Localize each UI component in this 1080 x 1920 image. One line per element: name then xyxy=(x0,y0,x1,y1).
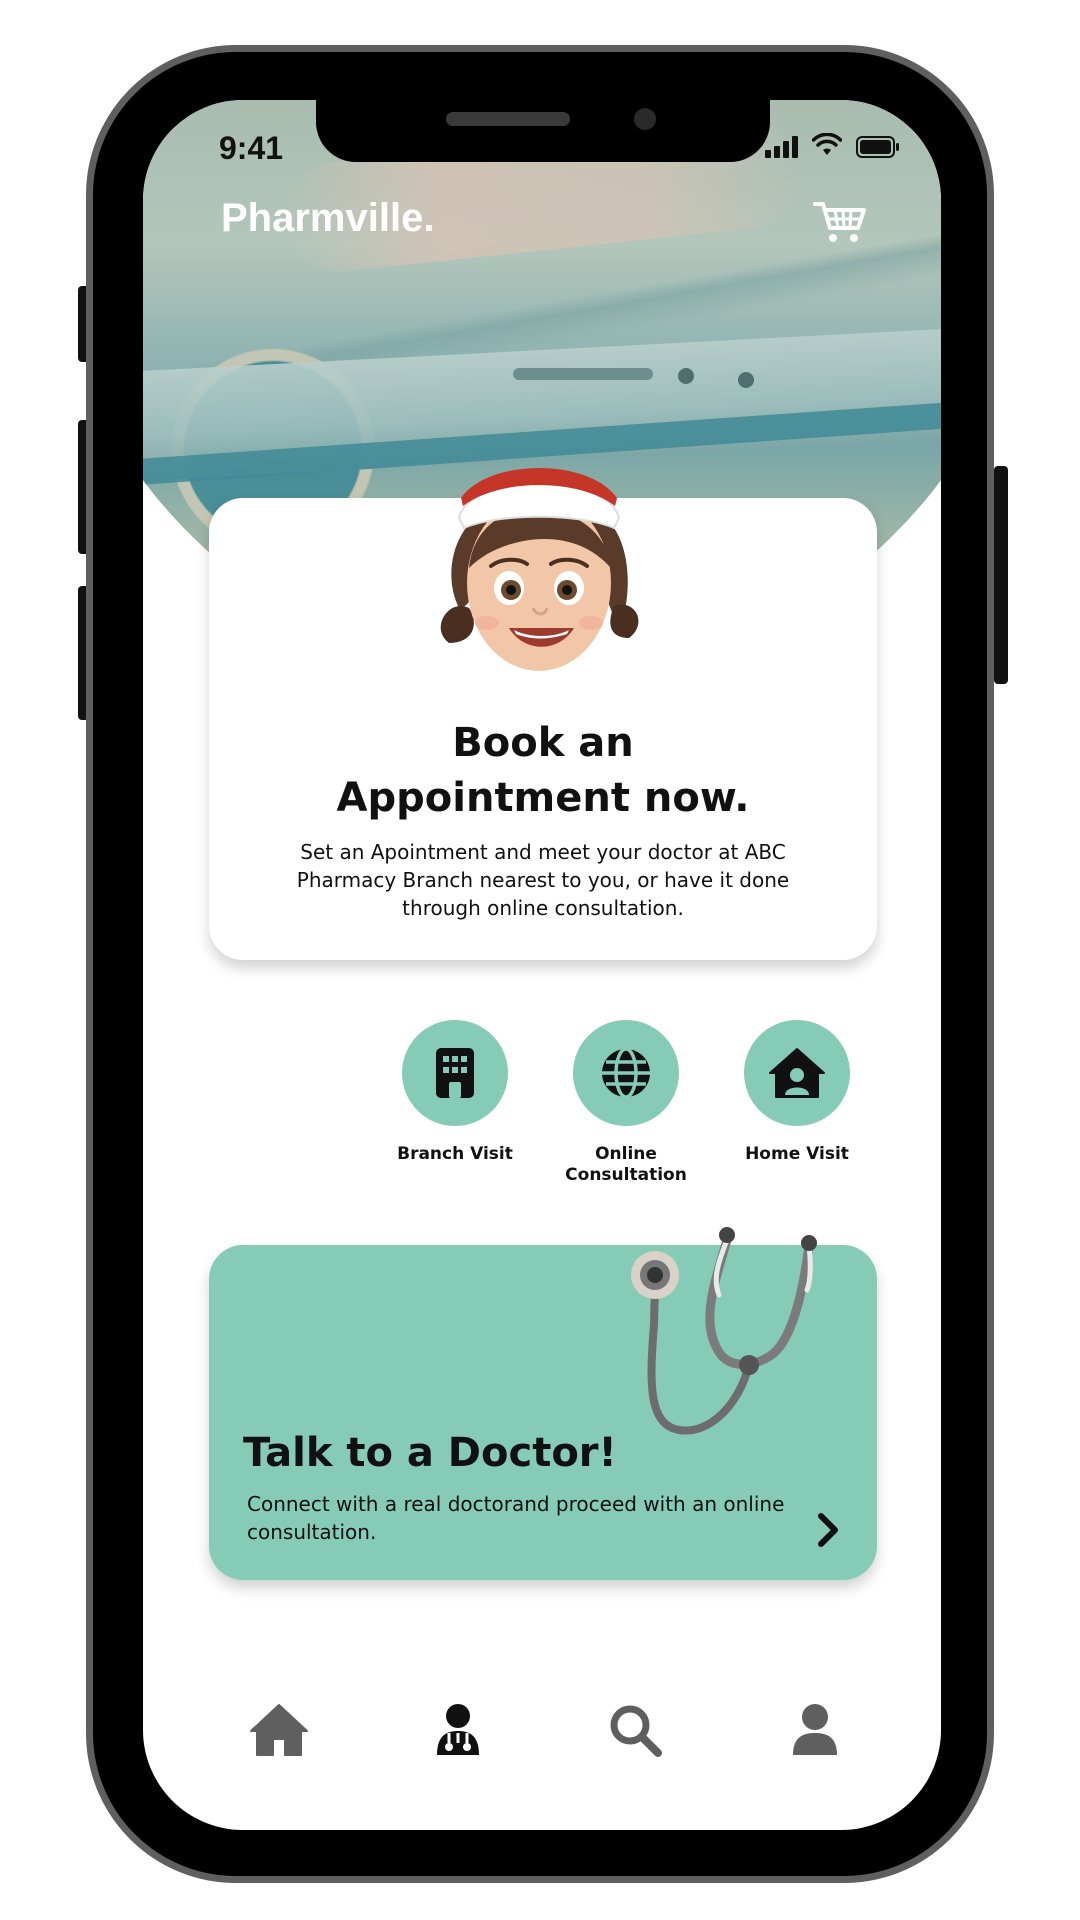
signal-icon xyxy=(765,136,798,158)
online-consultation-button[interactable] xyxy=(573,1020,679,1126)
chevron-right-icon[interactable] xyxy=(813,1510,843,1550)
notch xyxy=(316,100,770,162)
hero-laptop-port xyxy=(678,368,694,384)
phone-screen: 9:41 Pharmville. Book an Appointment now… xyxy=(143,100,941,1830)
book-appointment-title: Book an Appointment now. xyxy=(336,720,750,821)
battery-icon xyxy=(856,136,899,158)
user-icon xyxy=(793,1704,837,1755)
speaker xyxy=(446,112,570,126)
brand-logo[interactable]: Pharmville. xyxy=(221,196,434,241)
hero-laptop-port xyxy=(738,372,754,388)
cart-icon[interactable] xyxy=(813,200,867,244)
nav-profile[interactable] xyxy=(780,1695,850,1765)
status-time: 9:41 xyxy=(219,130,284,166)
building-icon xyxy=(436,1048,474,1098)
book-appointment-description: Set an Apointment and meet your doctor a… xyxy=(296,840,790,920)
online-consultation-option[interactable]: Online Consultation xyxy=(541,1020,711,1186)
online-consultation-label: Online Consultation xyxy=(565,1144,687,1185)
globe-icon xyxy=(602,1047,650,1099)
nurse-avatar xyxy=(440,468,639,671)
power-button xyxy=(994,466,1008,684)
stethoscope-icon xyxy=(631,1227,817,1435)
branch-visit-button[interactable] xyxy=(402,1020,508,1126)
hero-laptop-port xyxy=(513,368,653,380)
search-icon xyxy=(610,1705,662,1757)
talk-to-doctor-card[interactable]: Talk to a Doctor! Connect with a real do… xyxy=(209,1227,877,1580)
talk-to-doctor-description: Connect with a real doctorand proceed wi… xyxy=(247,1492,785,1544)
nav-doctor[interactable] xyxy=(423,1695,493,1765)
home-visit-button[interactable] xyxy=(744,1020,850,1126)
branch-visit-option[interactable]: Branch Visit xyxy=(370,1020,540,1165)
wifi-icon xyxy=(812,133,842,155)
talk-to-doctor-title: Talk to a Doctor! xyxy=(243,1430,617,1476)
home-user-icon xyxy=(769,1048,825,1098)
book-appointment-card[interactable]: Book an Appointment now. Set an Apointme… xyxy=(209,468,877,960)
doctor-icon xyxy=(437,1704,479,1755)
nav-search[interactable] xyxy=(600,1695,670,1765)
branch-visit-label: Branch Visit xyxy=(397,1144,513,1164)
home-visit-option[interactable]: Home Visit xyxy=(712,1020,882,1165)
home-visit-label: Home Visit xyxy=(745,1144,849,1164)
home-icon xyxy=(250,1704,308,1756)
nav-home[interactable] xyxy=(244,1695,314,1765)
camera xyxy=(634,108,656,130)
